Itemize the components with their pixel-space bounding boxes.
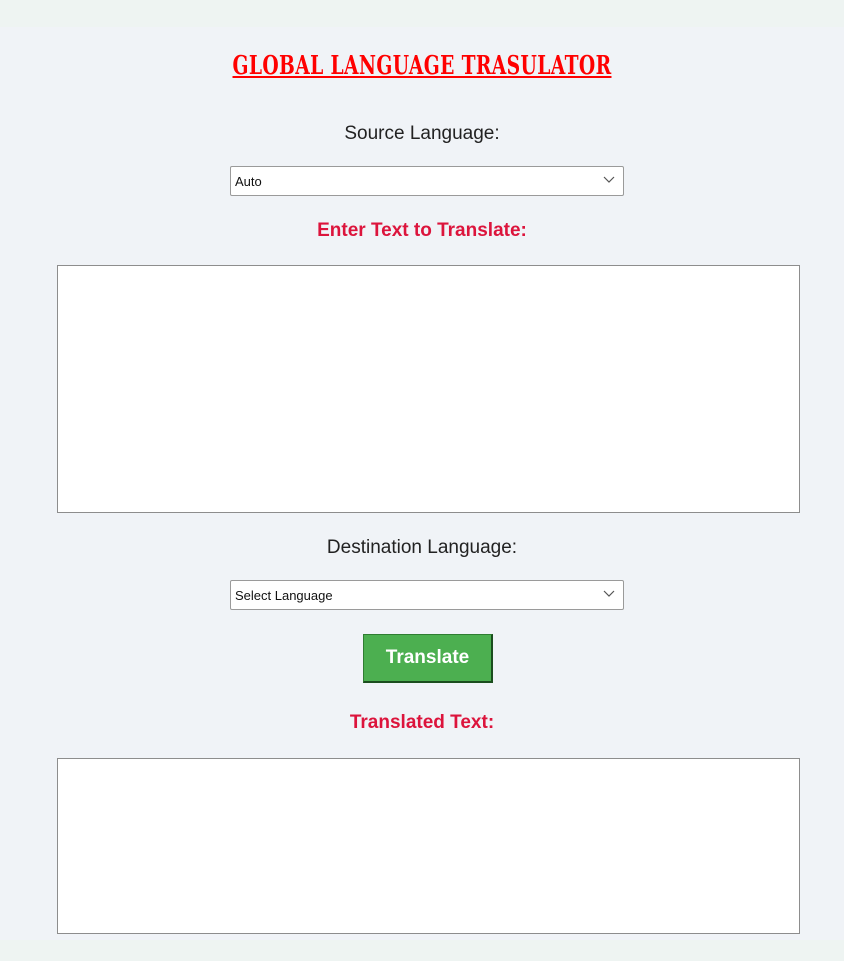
source-language-label: Source Language: xyxy=(344,123,500,144)
translated-text-area[interactable] xyxy=(57,758,800,934)
source-text-area[interactable] xyxy=(57,265,800,513)
destination-language-label: Destination Language: xyxy=(326,537,518,558)
translator-panel: GLOBAL LANGUAGE TRASULATOR Source Langua… xyxy=(0,27,844,940)
destination-language-select[interactable]: Select Language xyxy=(230,580,624,610)
chevron-down-icon xyxy=(603,590,615,597)
chevron-down-icon xyxy=(603,176,615,183)
source-language-select[interactable]: Auto xyxy=(230,166,624,196)
translated-text-label: Translated Text: xyxy=(349,712,495,733)
destination-language-value: Select Language xyxy=(235,587,333,603)
page-title: GLOBAL LANGUAGE TRASULATOR xyxy=(232,51,612,81)
source-language-value: Auto xyxy=(235,173,262,189)
input-text-label: Enter Text to Translate: xyxy=(317,220,527,241)
translate-button[interactable]: Translate xyxy=(363,634,493,683)
